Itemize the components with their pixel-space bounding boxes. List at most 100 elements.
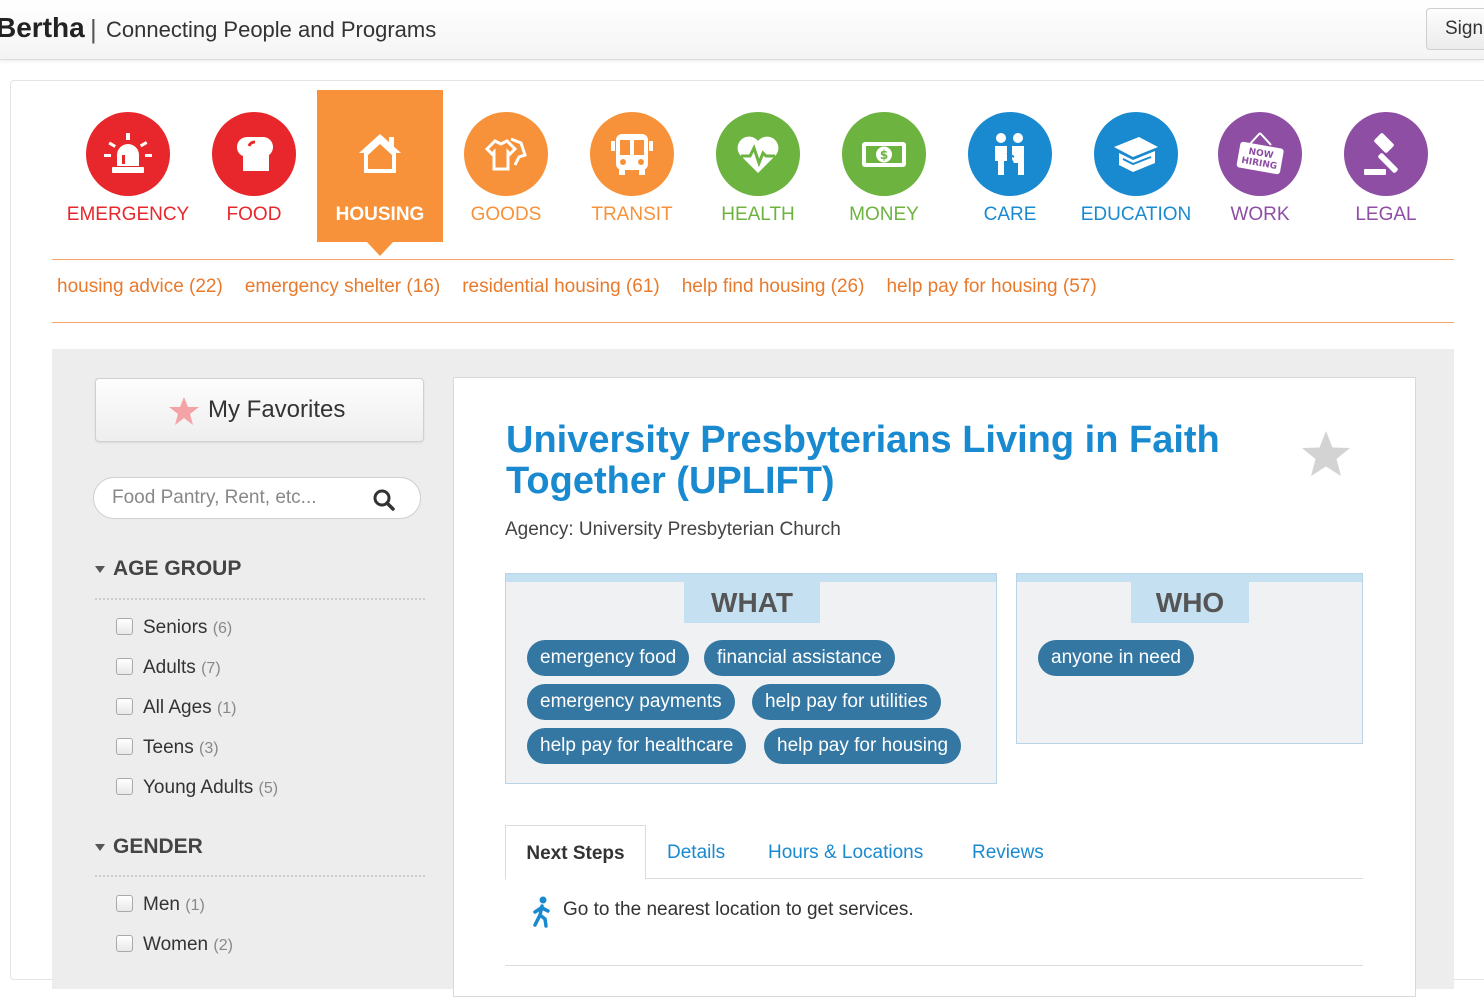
category-label: GOODS — [470, 204, 542, 225]
category-goods[interactable]: GOODS — [443, 90, 569, 242]
collapse-triangle-icon — [95, 565, 105, 573]
category-work[interactable]: NOW HIRING WORK — [1197, 90, 1323, 242]
my-favorites-button[interactable]: My Favorites — [95, 378, 424, 442]
svg-text:$: $ — [880, 148, 888, 162]
category-label: EMERGENCY — [66, 204, 190, 225]
category-label: FOOD — [226, 204, 282, 225]
facet-option-women[interactable]: Women (2) — [116, 934, 233, 958]
category-label: HOUSING — [335, 204, 425, 225]
tab-details[interactable]: Details — [667, 842, 725, 864]
facet-option-seniors[interactable]: Seniors (6) — [116, 617, 232, 641]
facet-heading-label: AGE GROUP — [113, 557, 242, 580]
brand-separator: | — [90, 14, 97, 44]
box-top-band — [1017, 574, 1362, 582]
option-count: (5) — [258, 780, 279, 797]
tag-anyone-in-need[interactable]: anyone in need — [1038, 640, 1194, 676]
brand-logo[interactable]: Bertha — [0, 12, 85, 44]
what-heading: WHAT — [684, 582, 820, 623]
top-bar: Bertha | Connecting People and Programs … — [0, 0, 1484, 60]
people-icon — [968, 112, 1052, 196]
option-count: (6) — [212, 620, 233, 637]
tag-help-pay-for-housing[interactable]: help pay for housing — [764, 728, 962, 764]
tag-help-pay-for-utilities[interactable]: help pay for utilities — [752, 684, 941, 720]
option-count: (3) — [198, 740, 219, 757]
checkbox[interactable] — [116, 895, 133, 912]
facet-option-teens[interactable]: Teens (3) — [116, 737, 219, 761]
who-heading: WHO — [1131, 582, 1249, 623]
divider — [52, 322, 1454, 323]
sign-in-button[interactable]: Sign — [1426, 8, 1484, 50]
checkbox[interactable] — [116, 778, 133, 795]
tab-reviews[interactable]: Reviews — [972, 842, 1044, 864]
category-emergency[interactable]: EMERGENCY — [65, 90, 191, 242]
tag-emergency-payments[interactable]: emergency payments — [527, 684, 735, 720]
category-money[interactable]: $ MONEY — [821, 90, 947, 242]
subcategory-bar: housing advice (22) emergency shelter (1… — [57, 276, 1097, 302]
divider — [52, 259, 1454, 260]
category-transit[interactable]: TRANSIT — [569, 90, 695, 242]
tag-emergency-food[interactable]: emergency food — [527, 640, 690, 676]
category-housing[interactable]: HOUSING — [317, 90, 443, 256]
agency-line: Agency: University Presbyterian Church — [505, 519, 841, 540]
subcategory-help-find-housing[interactable]: help find housing (26) — [682, 276, 865, 302]
facet-option-young-adults[interactable]: Young Adults (5) — [116, 777, 278, 801]
heart-pulse-icon — [716, 112, 800, 196]
search-icon[interactable] — [372, 488, 396, 512]
category-label: CARE — [983, 204, 1037, 225]
facet-option-adults[interactable]: Adults (7) — [116, 657, 221, 681]
bread-icon — [212, 112, 296, 196]
subcategory-housing-advice[interactable]: housing advice (22) — [57, 276, 223, 302]
siren-icon — [86, 112, 170, 196]
category-food[interactable]: FOOD — [191, 90, 317, 242]
checkbox[interactable] — [116, 738, 133, 755]
my-favorites-label: My Favorites — [208, 396, 346, 423]
tag-financial-assistance[interactable]: financial assistance — [704, 640, 895, 676]
search-input[interactable] — [112, 486, 362, 510]
facet-option-men[interactable]: Men (1) — [116, 894, 205, 918]
checkbox[interactable] — [116, 698, 133, 715]
option-label: Men — [143, 894, 180, 915]
option-label: Seniors — [143, 617, 208, 638]
category-legal[interactable]: LEGAL — [1323, 90, 1449, 242]
tagline: Connecting People and Programs — [106, 17, 437, 42]
house-icon — [338, 112, 422, 196]
search-box — [93, 477, 421, 519]
gavel-icon — [1344, 112, 1428, 196]
option-label: Women — [143, 934, 209, 955]
checkbox[interactable] — [116, 618, 133, 635]
option-count: (1) — [216, 700, 237, 717]
checkbox[interactable] — [116, 935, 133, 952]
category-label: WORK — [1230, 204, 1290, 225]
category-label: EDUCATION — [1080, 204, 1192, 225]
subcategory-emergency-shelter[interactable]: emergency shelter (16) — [245, 276, 440, 302]
facet-divider — [95, 875, 425, 877]
subcategory-residential-housing[interactable]: residential housing (61) — [462, 276, 660, 302]
option-count: (2) — [213, 937, 233, 954]
option-label: Young Adults — [143, 777, 254, 798]
category-health[interactable]: HEALTH — [695, 90, 821, 242]
subcategory-help-pay-for-housing[interactable]: help pay for housing (57) — [886, 276, 1096, 302]
facet-option-all-ages[interactable]: All Ages (1) — [116, 697, 237, 721]
program-title[interactable]: University Presbyterians Living in Faith… — [506, 420, 1296, 502]
facet-heading-label: GENDER — [113, 835, 203, 858]
checkbox[interactable] — [116, 658, 133, 675]
favorite-star-icon[interactable] — [1299, 428, 1353, 482]
option-label: All Ages — [143, 697, 212, 718]
book-icon — [1094, 112, 1178, 196]
category-label: MONEY — [849, 204, 919, 225]
facet-age-group-heading[interactable]: AGE GROUP — [95, 557, 241, 581]
money-icon: $ — [842, 112, 926, 196]
category-education[interactable]: EDUCATION — [1073, 90, 1199, 242]
tab-hours-locations[interactable]: Hours & Locations — [768, 842, 923, 864]
facet-gender-heading[interactable]: GENDER — [95, 835, 203, 859]
section-divider — [505, 965, 1363, 966]
option-label: Teens — [143, 737, 194, 758]
tab-next-steps[interactable]: Next Steps — [505, 825, 646, 880]
clothes-icon — [464, 112, 548, 196]
category-label: LEGAL — [1355, 204, 1417, 225]
tag-help-pay-for-healthcare[interactable]: help pay for healthcare — [527, 728, 747, 764]
option-label: Adults — [143, 657, 196, 678]
star-icon — [169, 397, 199, 425]
bus-icon — [590, 112, 674, 196]
category-care[interactable]: CARE — [947, 90, 1073, 242]
